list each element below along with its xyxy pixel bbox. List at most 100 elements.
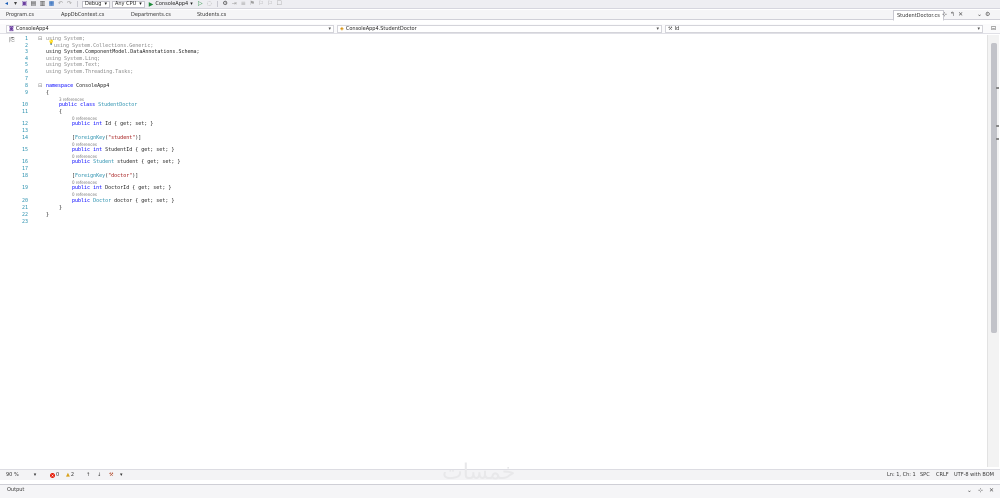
chevron-down-icon: ▾ xyxy=(190,1,193,7)
whitespace-mode[interactable]: SPC xyxy=(920,472,930,478)
run-target-label: ConsoleApp4 xyxy=(155,1,189,7)
previous-issue-button[interactable]: ↑ xyxy=(86,472,90,478)
line-number: 11 xyxy=(21,109,28,115)
watermark: خمسات xyxy=(442,460,516,485)
member-dropdown[interactable]: ⚒ Id ▾ xyxy=(665,25,983,33)
tab-students[interactable]: Students.cs xyxy=(194,10,229,20)
wrench-icon: ⚒ xyxy=(668,26,673,32)
bookmark-icon[interactable]: ⚑ xyxy=(249,1,256,8)
line-number: 21 xyxy=(21,205,28,211)
line-number: 16 xyxy=(21,159,28,165)
pin-icon[interactable]: ⊹ xyxy=(942,11,947,18)
fold-toggle[interactable]: ⊟ xyxy=(38,36,42,42)
redo-icon[interactable]: ↷ xyxy=(66,1,73,8)
vertical-scrollbar[interactable] xyxy=(987,35,999,467)
tab-departments[interactable]: Departments.cs xyxy=(128,10,174,20)
code-line-brace-close: } xyxy=(46,212,50,218)
code-line-id-prop: public int Id { get; set; } xyxy=(72,121,153,127)
line-number: 8 xyxy=(24,83,28,89)
code-line-class-decl: public class StudentDoctor xyxy=(59,102,137,108)
type-dropdown[interactable]: ◈ ConsoleApp4.StudentDoctor ▾ xyxy=(337,25,662,33)
code-line-fk-doctor: [ForeignKey("doctor")] xyxy=(72,173,139,179)
gear-icon[interactable]: ⚙ xyxy=(985,11,990,18)
code-line-using-system: using System; xyxy=(46,36,86,42)
cursor-position-value: Ln: 1, Ch: 1 xyxy=(887,472,916,478)
bookmark-next-icon[interactable]: ⚐ xyxy=(267,1,274,8)
string-doctor: "doctor" xyxy=(108,173,133,179)
code-line-doctor-prop: public Doctor doctor { get; set; } xyxy=(72,198,174,204)
scrollbar-marker xyxy=(996,125,999,127)
cleanup-dropdown[interactable]: ▾ xyxy=(120,472,123,478)
type-label: ConsoleApp4.StudentDoctor xyxy=(345,26,417,32)
next-issue-button[interactable]: ↓ xyxy=(97,472,101,478)
platform-dropdown[interactable]: Any CPU ▾ xyxy=(111,0,145,8)
attribute-foreignkey: ForeignKey xyxy=(75,173,106,179)
save-icon[interactable]: ▥ xyxy=(39,1,46,8)
debug-tools-icon[interactable]: ⚙ xyxy=(222,1,229,8)
scrollbar-marker xyxy=(996,138,999,140)
tab-list-icon[interactable]: ⌄ xyxy=(977,11,982,18)
comment-icon[interactable]: ≡ xyxy=(240,1,247,8)
save-all-icon[interactable]: ▦ xyxy=(48,1,55,8)
line-number: 14 xyxy=(21,135,28,141)
chevron-down-icon: ▾ xyxy=(139,1,142,7)
split-editor-icon[interactable]: ⊟ xyxy=(991,25,996,32)
run-button[interactable]: ▶ ConsoleApp4 ▾ xyxy=(147,1,195,8)
tab-appdbcontext[interactable]: AppDbContext.cs xyxy=(58,10,107,20)
error-count-value: 0 xyxy=(56,472,60,478)
line-endings[interactable]: CRLF xyxy=(936,472,949,478)
line-number: 3 xyxy=(24,49,28,55)
encoding-value: UTF-8 with BOM xyxy=(954,472,994,478)
member-label: Id xyxy=(674,26,680,32)
close-icon[interactable]: ✕ xyxy=(989,487,994,494)
back-icon[interactable]: ◂ xyxy=(3,1,10,8)
line-number: 12 xyxy=(21,121,28,127)
back-icon[interactable]: ↰ xyxy=(950,11,955,18)
code-line-using-text: using System.Text; xyxy=(46,62,101,68)
dropdown-icon[interactable]: ▾ xyxy=(12,1,19,8)
clear-bookmarks-icon[interactable]: ☐ xyxy=(276,1,283,8)
keyword-public-int: public int xyxy=(72,147,103,153)
close-icon[interactable]: ✕ xyxy=(958,11,963,18)
cursor-position[interactable]: Ln: 1, Ch: 1 xyxy=(887,472,916,478)
line-number: 9 xyxy=(24,90,28,96)
dropdown-icon[interactable]: ⌄ xyxy=(967,487,972,494)
config-dropdown[interactable]: Debug ▾ xyxy=(82,0,110,8)
open-icon[interactable]: ▤ xyxy=(30,1,37,8)
start-without-debug-icon[interactable]: ▷ xyxy=(197,1,204,8)
zoom-dropdown[interactable]: 90 % ▾ xyxy=(6,472,36,478)
keyword-public-int: public int xyxy=(72,121,103,127)
warning-count[interactable]: ▲ 2 xyxy=(66,472,74,478)
code-cleanup-button[interactable]: ⚒ xyxy=(109,472,113,478)
fold-toggle[interactable]: ⊟ xyxy=(38,83,42,89)
toolbar-separator xyxy=(216,1,218,7)
property-student: student { get; set; } xyxy=(114,159,181,165)
property-studentid: StudentId { get; set; } xyxy=(102,147,175,153)
arrow-down-icon: ↓ xyxy=(97,472,102,478)
step-icon[interactable]: ⇥ xyxy=(231,1,238,8)
file-encoding[interactable]: UTF-8 with BOM xyxy=(954,472,994,478)
tab-program[interactable]: Program.cs xyxy=(3,10,37,20)
error-count[interactable]: ✕ 0 xyxy=(50,472,59,478)
hot-reload-icon[interactable]: ◌ xyxy=(206,1,213,8)
zoom-level: 90 % xyxy=(6,472,19,478)
bookmark-prev-icon[interactable]: ⚐ xyxy=(258,1,265,8)
navigation-bar: ◙ ConsoleApp4 ▾ ◈ ConsoleApp4.StudentDoc… xyxy=(0,24,1000,34)
csharp-project-icon: ◙ xyxy=(9,26,14,32)
line-endings-value: CRLF xyxy=(936,472,949,478)
code-line-student-prop: public Student student { get; set; } xyxy=(72,159,180,165)
line-number: 20 xyxy=(21,198,28,204)
new-project-icon[interactable]: ▣ xyxy=(21,1,28,8)
type-student: Student xyxy=(90,159,115,165)
tab-actions: ⊹ ↰ ✕ xyxy=(942,11,963,18)
undo-icon[interactable]: ↶ xyxy=(57,1,64,8)
chevron-down-icon: ▾ xyxy=(977,26,980,32)
code-editor[interactable]: |⎘ 1 2 3 4 5 6 7 8 9 10 11 12 13 14 15 1… xyxy=(0,35,986,467)
tab-studentdoctor[interactable]: StudentDoctor.cs xyxy=(893,10,944,21)
pin-icon[interactable]: ⊹ xyxy=(978,487,983,494)
namespace-name: ConsoleApp4 xyxy=(73,83,110,89)
codelens-references[interactable]: 0 references xyxy=(72,192,97,197)
line-number: 23 xyxy=(21,219,28,225)
brush-icon: ⚒ xyxy=(109,472,114,478)
project-dropdown[interactable]: ◙ ConsoleApp4 ▾ xyxy=(6,25,334,33)
